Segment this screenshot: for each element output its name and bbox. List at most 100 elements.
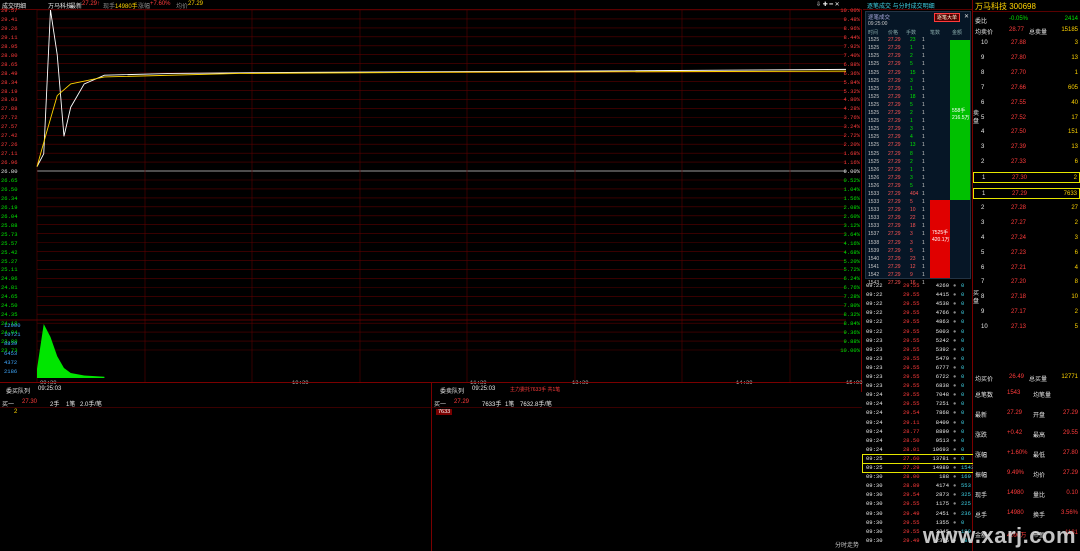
sell-queue-row[interactable]: 买一 27.29 7633手 1笔 7632.8手/笔 — [432, 398, 862, 408]
ask-row[interactable]: 8 27.70 1 — [973, 68, 1080, 79]
stat-row[interactable]: 涨跌 +0.42 最高 29.55 — [973, 428, 1080, 439]
ask-row[interactable]: 2 27.33 6 — [973, 157, 1080, 168]
tick-sub-row[interactable]: 1539 27.29 5 1 — [866, 248, 970, 256]
bid-row[interactable]: 5 27.23 6 — [973, 248, 1080, 259]
ask-row[interactable]: 3 27.39 13 — [973, 142, 1080, 153]
tick-sub-row[interactable]: 1533 27.29 18 1 — [866, 223, 970, 231]
ask-row[interactable]: 4 27.50 151 — [973, 127, 1080, 138]
tick-row[interactable]: 09:22 29.55 4863 ● 0 — [863, 318, 973, 326]
stat-row[interactable]: 涨幅 +1.60% 最低 27.80 — [973, 448, 1080, 459]
bid-row[interactable]: 9 27.17 2 — [973, 307, 1080, 318]
tick-sub-row[interactable]: 1538 27.29 3 1 — [866, 240, 970, 248]
tick-sub-vol-cell: 5 — [910, 182, 913, 189]
tick-row[interactable]: 09:23 29.55 6722 ● 0 — [863, 373, 973, 381]
ask-row[interactable]: 1 27.30 2 — [973, 172, 1080, 184]
stat-label-2: 换手 — [1033, 513, 1046, 519]
tick-sub-row[interactable]: 1533 27.29 5 1 — [866, 199, 970, 207]
tick-sub-row[interactable]: 1533 27.29 10 1 — [866, 207, 970, 215]
ask-row[interactable]: 7 27.66 605 — [973, 83, 1080, 94]
buy-volume-label: 7525手 420.1万 — [932, 230, 950, 243]
bid-level: 7 — [981, 279, 985, 286]
tick-row[interactable]: 09:24 29.55 7251 ● 0 — [863, 400, 973, 408]
tick-row[interactable]: 09:22 29.55 5003 ● 0 — [863, 328, 973, 336]
ratio-row[interactable]: 委比 -0.05% 2414 — [973, 14, 1080, 25]
tick-row[interactable]: 09:24 29.11 8409 ● 0 — [863, 419, 973, 427]
stat-row[interactable]: 最新 27.29 开盘 27.29 — [973, 408, 1080, 419]
tick-row[interactable]: 09:30 28.00 188 ● 169 — [863, 473, 973, 481]
tick-row[interactable]: 09:30 29.55 1175 ● 225 — [863, 500, 973, 508]
tick-sub-row[interactable]: 1537 27.29 3 1 — [866, 231, 970, 239]
buy-summary-row[interactable]: 均买价 26.49 总买量 12771 — [973, 372, 1080, 383]
price-tick-label: 29.26 — [1, 24, 18, 32]
tick-row[interactable]: 09:25 27.29 14980 ● 1543 — [862, 463, 974, 473]
tick-price: 28.77 — [903, 427, 920, 435]
tick-time: 09:22 — [866, 291, 883, 299]
ratio-label: 委比 — [975, 19, 988, 25]
tick-sub-row[interactable]: 1541 27.29 12 1 — [866, 264, 970, 272]
tick-time: 09:30 — [866, 518, 883, 526]
tick-row[interactable]: 09:22 29.55 4766 ● 0 — [863, 309, 973, 317]
tick-detail-pane[interactable]: 逐笔成交 与分时成交明细 逐笔成交 逐笔大单 ✕ 09:25:00 时间 价格 手数 笔… — [835, 0, 974, 551]
ask-row[interactable]: 10 27.88 3 — [973, 38, 1080, 49]
chart-toolbar-icons[interactable]: ⇩ ✚ ━ ✕ — [816, 1, 840, 8]
tick-row[interactable]: 09:22 29.55 4415 ● 0 — [863, 291, 973, 299]
tick-row[interactable]: 09:30 28.89 4174 ● 553 — [863, 482, 973, 490]
tick-row[interactable]: 09:24 28.77 8890 ● 0 — [863, 428, 973, 436]
stat-label-2: 量比 — [1033, 493, 1046, 499]
tick-count: 225 — [961, 500, 971, 508]
stat-row[interactable]: 总笔数 1543 均笔量 — [973, 388, 1080, 399]
bid-row[interactable]: 4 27.24 3 — [973, 233, 1080, 244]
tick-sub-vol-cell: 18 — [910, 93, 916, 100]
price-volume-chart[interactable] — [0, 10, 862, 382]
tick-sub-row[interactable]: 1542 27.29 9 1 — [866, 272, 970, 280]
tick-row[interactable]: 09:23 29.55 6838 ● 0 — [863, 382, 973, 390]
tick-row[interactable]: 09:23 29.55 5392 ● 0 — [863, 346, 973, 354]
bid-row[interactable]: 1 27.29 7633 — [973, 188, 1080, 199]
price-tick-label: 25.57 — [1, 239, 18, 247]
tick-row[interactable]: 09:24 28.50 9513 ● 0 — [863, 437, 973, 445]
buy-queue-row[interactable]: 买一 27.30 2手 1笔 2.0手/笔 — [0, 398, 431, 408]
close-icon[interactable]: ✕ — [964, 13, 969, 20]
stat-row[interactable]: 总手 14980 换手 3.56% — [973, 508, 1080, 519]
ask-row[interactable]: 9 27.80 13 — [973, 53, 1080, 64]
ask-row[interactable]: 5 27.52 17 — [973, 113, 1080, 124]
tick-sub-row[interactable]: 1533 27.29 22 1 — [866, 215, 970, 223]
ask-row[interactable]: 6 27.55 40 — [973, 98, 1080, 109]
tick-row[interactable]: 09:24 29.54 7868 ● 0 — [863, 409, 973, 417]
tick-row[interactable]: 09:22 29.55 4538 ● 0 — [863, 300, 973, 308]
tick-row[interactable]: 09:22 29.55 4260 ● 0 — [863, 282, 973, 290]
stat-row[interactable]: 振幅 9.49% 均价 27.29 — [973, 468, 1080, 479]
tick-sub-row[interactable]: 1540 27.29 23 1 — [866, 256, 970, 264]
tick-dot: ● — [953, 282, 957, 289]
tick-row[interactable]: 09:23 29.55 5242 ● 0 — [863, 337, 973, 345]
bid-row[interactable]: 6 27.21 4 — [973, 263, 1080, 274]
stat-row[interactable]: 现手 14980 量比 0.10 — [973, 488, 1080, 499]
sell-summary-row[interactable]: 均卖价 28.77 总卖量 15185 — [973, 25, 1080, 36]
tick-count: 0 — [961, 318, 965, 326]
bid-row[interactable]: 2 27.28 27 — [973, 203, 1080, 214]
tick-row[interactable]: 09:24 28.01 10693 ● 0 — [863, 446, 973, 454]
tick-row[interactable]: 09:25 27.60 13781 ● 0 — [862, 453, 974, 464]
percent-tick-label: 7.92% — [843, 42, 860, 50]
order-book-pane[interactable]: 万马科技 300698 委比 -0.05% 2414 均卖价 28.77 总卖量 15185… — [923, 0, 1080, 551]
percent-tick-label: 1.16% — [843, 159, 860, 167]
tick-sub-time-cell: 1533 — [868, 207, 880, 214]
tick-row[interactable]: 09:23 29.55 6777 ● 0 — [863, 364, 973, 372]
bid-row[interactable]: 3 27.27 2 — [973, 218, 1080, 229]
tick-subpanel[interactable]: 逐笔成交 逐笔大单 ✕ 09:25:00 时间 价格 手数 笔数 金额 1525 27.29 2… — [865, 11, 971, 286]
buy-queue-price: 27.30 — [22, 399, 38, 405]
bid-row[interactable]: 8 27.18 10 — [973, 292, 1080, 303]
bid-row[interactable]: 10 27.13 5 — [973, 322, 1080, 333]
stat-label-2: 开盘 — [1033, 413, 1046, 419]
tick-row[interactable]: 09:24 29.55 7048 ● 0 — [863, 391, 973, 399]
tick-row[interactable]: 09:30 29.49 2451 ● 236 — [863, 510, 973, 518]
tick-row[interactable]: 09:30 29.54 2873 ● 325 — [863, 491, 973, 499]
bid-volume: 10 — [1071, 294, 1078, 301]
intraday-chart-pane[interactable]: 成交明细 万马科技 最新 27.29 ↑ 现手 14980手 涨幅 +7.60%… — [0, 0, 863, 392]
bid-row[interactable]: 7 27.20 8 — [973, 277, 1080, 288]
ask-volume: 6 — [1074, 159, 1078, 166]
chart-name-label[interactable]: 分时走势 — [835, 540, 859, 549]
header-avg-label: 均价 — [176, 4, 189, 10]
tick-row[interactable]: 09:23 29.55 5479 ● 0 — [863, 355, 973, 363]
tick-price: 29.55 — [903, 345, 920, 353]
